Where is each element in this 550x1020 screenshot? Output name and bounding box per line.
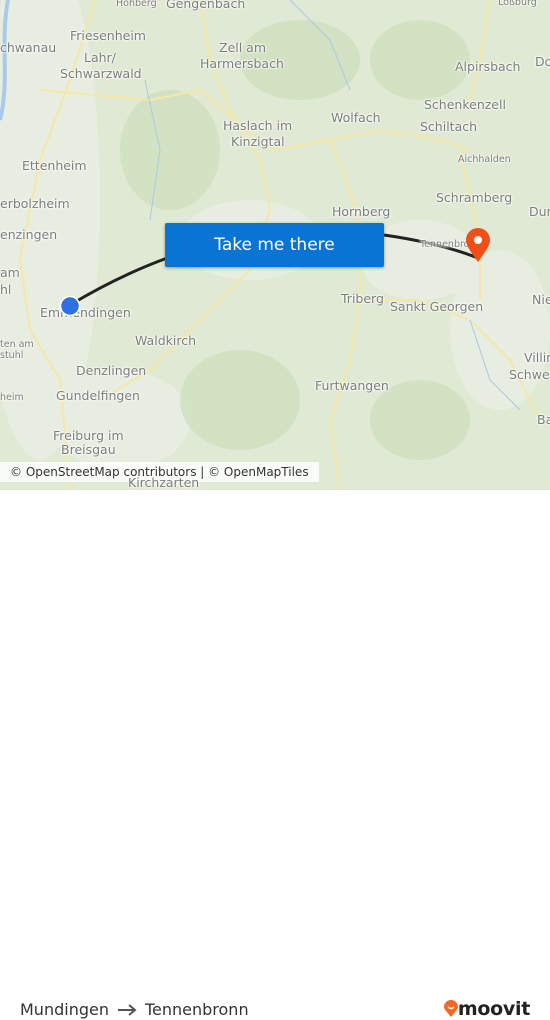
map-label: Waldkirch	[135, 333, 196, 348]
map-label: heim	[0, 392, 24, 403]
map-label: chwanau	[0, 40, 57, 55]
origin-name: Mundingen	[20, 1000, 109, 1019]
map-label: Schwarzwald	[60, 66, 142, 81]
map-label: Triberg	[341, 291, 384, 306]
map-label: Sankt Georgen	[390, 299, 484, 314]
map-label: Schiltach	[420, 119, 478, 134]
map-label: Schwen	[509, 367, 550, 382]
map-label: Lahr/	[84, 50, 116, 65]
take-me-there-button[interactable]: Take me there	[165, 223, 384, 267]
map-label: Gundelfingen	[56, 388, 140, 403]
map-label: erbolzheim	[0, 196, 70, 211]
map-label: Kinzigtal	[231, 134, 285, 149]
map-pin-icon	[466, 228, 490, 262]
map-label: Zell am	[219, 40, 267, 55]
destination-name: Tennenbronn	[144, 1000, 249, 1019]
moovit-logo: moovit	[443, 998, 530, 1020]
map-label: Denzlingen	[76, 363, 147, 378]
map-label: Kirchzarten	[128, 475, 200, 490]
map-label: Hornberg	[332, 204, 391, 219]
map-label: Wolfach	[331, 110, 381, 125]
map-label: Gengenbach	[166, 0, 246, 11]
map-label: Ettenheim	[22, 158, 87, 173]
map-label: Friesenheim	[70, 28, 146, 43]
map-label: Schramberg	[436, 190, 513, 205]
map-label: am	[0, 265, 20, 280]
brand-name: moovit	[457, 998, 530, 1020]
map-label: Aichhalden	[458, 154, 511, 165]
map-label: Harmersbach	[200, 56, 284, 71]
map-label: Loßburg	[498, 0, 537, 8]
map-label: Ba	[537, 412, 550, 427]
map-label: Schenkenzell	[424, 97, 506, 112]
map-label: Emmendingen	[40, 305, 131, 320]
map-label: enzingen	[0, 227, 58, 242]
map-label: Nie	[532, 292, 550, 307]
map[interactable]: Hohberg Gengenbach Friesenheim chwanau L…	[0, 0, 550, 490]
map-label: Hohberg	[116, 0, 157, 9]
origin-dot-icon	[59, 295, 81, 317]
map-label: hl	[0, 282, 12, 297]
map-label: ten am	[0, 339, 34, 350]
map-label: Furtwangen	[315, 378, 389, 393]
arrow-right-icon	[117, 1003, 137, 1016]
map-label: stuhl	[0, 350, 24, 361]
map-label: Breisgau	[61, 442, 116, 457]
map-label: Freiburg im	[53, 428, 124, 443]
map-label: Villin	[524, 350, 550, 365]
map-label: Haslach im	[223, 118, 293, 133]
moovit-pin-icon	[443, 1000, 458, 1017]
map-label: Alpirsbach	[455, 59, 521, 74]
map-label: Dur	[529, 204, 550, 219]
map-label: Do	[535, 54, 550, 69]
footer: Mundingen Tennenbronn moovit	[0, 490, 550, 1020]
route-title: Mundingen Tennenbronn	[20, 1000, 249, 1019]
